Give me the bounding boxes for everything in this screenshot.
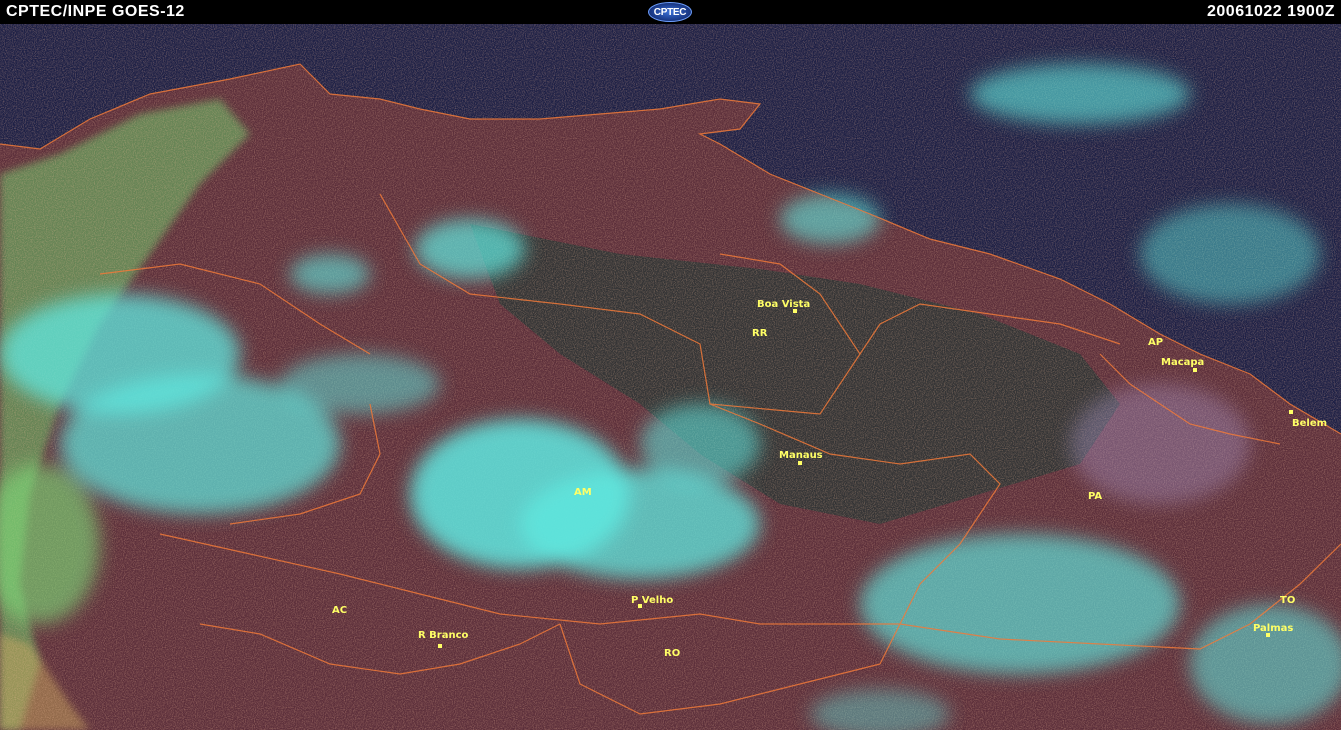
- state-label-ap: AP: [1148, 337, 1163, 348]
- city-label: Boa Vista: [757, 299, 810, 310]
- city-label: R Branco: [418, 630, 469, 641]
- logo-text: CPTEC: [653, 6, 687, 18]
- state-label-am: AM: [574, 487, 592, 498]
- cloud: [970, 64, 1190, 124]
- state-label-ac: AC: [332, 605, 347, 616]
- cloud: [860, 534, 1180, 674]
- city-label: Manaus: [779, 450, 823, 461]
- header-bar: CPTEC/INPE GOES-12 CPTEC 20061022 1900Z: [0, 0, 1341, 24]
- cloud: [280, 354, 440, 414]
- cloud: [780, 194, 880, 244]
- cptec-logo: CPTEC: [648, 2, 692, 22]
- city-marker: [1266, 633, 1270, 637]
- satellite-map: RR AP AM PA AC RO TO Boa Vista Macapa Be…: [0, 24, 1341, 730]
- city-marker: [1289, 410, 1293, 414]
- city-label: Palmas: [1253, 623, 1293, 634]
- city-marker: [798, 461, 802, 465]
- state-label-rr: RR: [752, 328, 768, 339]
- state-label-to: TO: [1280, 595, 1295, 606]
- image-timestamp: 20061022 1900Z: [1207, 3, 1335, 20]
- city-label: P Velho: [631, 595, 673, 606]
- city-marker: [1193, 368, 1197, 372]
- city-label: Macapa: [1161, 357, 1204, 368]
- city-marker: [438, 644, 442, 648]
- cloud: [1140, 204, 1320, 304]
- city-marker: [793, 309, 797, 313]
- satellite-title: CPTEC/INPE GOES-12: [6, 3, 185, 20]
- cloud: [415, 219, 525, 279]
- city-label: Belem: [1292, 418, 1327, 429]
- cloud: [640, 404, 760, 484]
- state-label-pa: PA: [1088, 491, 1102, 502]
- city-marker: [638, 604, 642, 608]
- state-label-ro: RO: [664, 648, 680, 659]
- cloud: [520, 469, 760, 579]
- cloud: [1070, 384, 1250, 504]
- cloud: [290, 254, 370, 294]
